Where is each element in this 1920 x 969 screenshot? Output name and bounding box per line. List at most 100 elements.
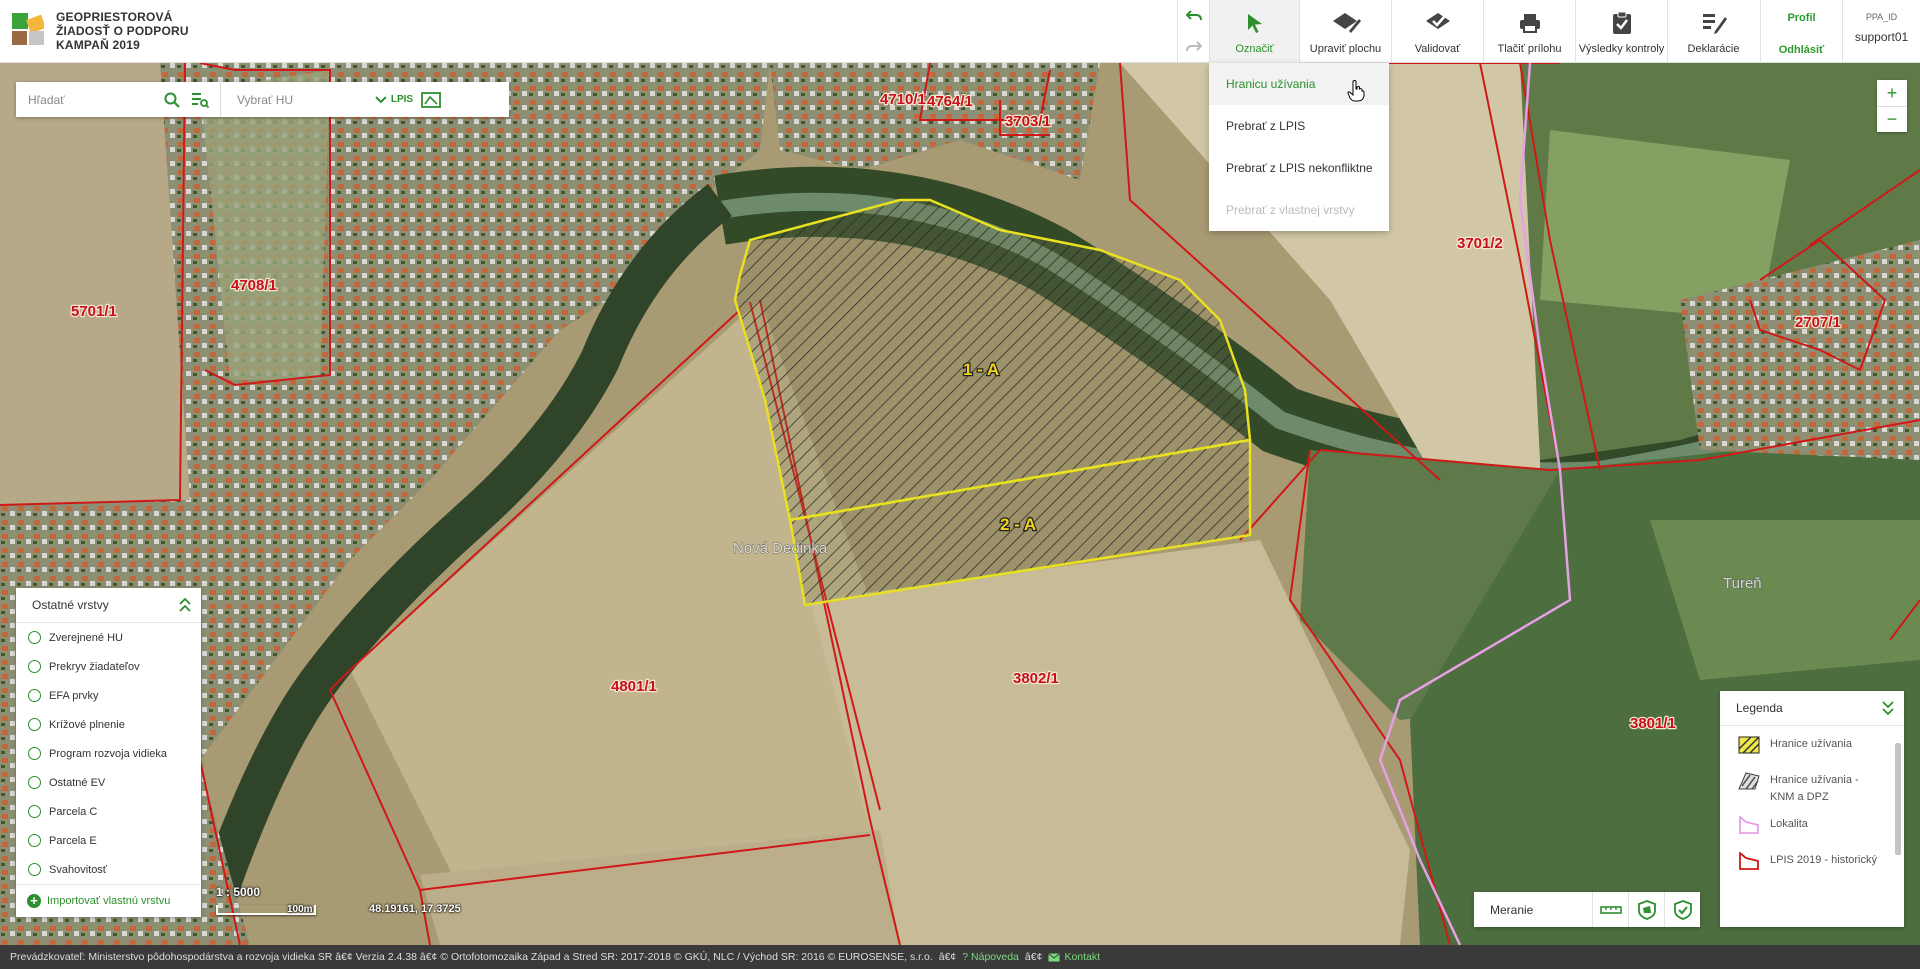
tool-label: Upraviť plochu: [1309, 43, 1382, 55]
layer-toggle-button[interactable]: [417, 82, 445, 117]
clipboard-check-icon: [1612, 11, 1631, 34]
print-attachment-button[interactable]: Tlačiť prílohu: [1483, 0, 1575, 63]
collapse-icon: [1882, 701, 1894, 715]
help-link[interactable]: Nápoveda: [971, 951, 1019, 963]
tool-label: Tlačiť prílohu: [1497, 43, 1562, 55]
measure-area-button[interactable]: [1628, 892, 1664, 927]
legend-item: Hranice užívania: [1720, 726, 1904, 762]
measure-label: Meranie: [1490, 902, 1534, 917]
map-canvas[interactable]: 4710/1 4764/1 3703/1 /1 4708/1 5701/1 37…: [0, 63, 1920, 945]
edit-area-button[interactable]: Upraviť plochu: [1299, 0, 1391, 63]
footer-text: Prevádzkovateľ: Ministerstvo pôdohospodá…: [10, 951, 933, 963]
radio-icon[interactable]: [28, 834, 41, 847]
radio-icon[interactable]: [28, 718, 41, 731]
measure-distance-button[interactable]: [1592, 892, 1628, 927]
import-layer-button[interactable]: + Importovať vlastnú vrstvu: [16, 884, 201, 917]
validate-icon: [1425, 13, 1450, 29]
contact-link[interactable]: Kontakt: [1064, 951, 1100, 963]
brand[interactable]: GEOPRIESTOROVÁ ŽIADOSŤ O PODPORU KAMPAŇ …: [12, 10, 189, 52]
ruler-icon: [1599, 905, 1622, 914]
radio-icon[interactable]: [28, 660, 41, 673]
cursor-coordinates: 48.19161, 17.3725: [369, 903, 461, 915]
pink-outline-icon: [1739, 816, 1759, 834]
search-list-button[interactable]: [186, 82, 214, 117]
search-bar: Vybrať HU LPIS: [16, 82, 509, 117]
search-button[interactable]: [158, 82, 186, 117]
area-check-icon: [1673, 899, 1692, 920]
radio-icon[interactable]: [28, 631, 41, 644]
lpis-toggle-button[interactable]: LPIS: [387, 82, 417, 117]
search-input[interactable]: [28, 92, 158, 107]
layer-label: Parcela C: [49, 805, 98, 818]
select-tool-button[interactable]: Označiť: [1209, 0, 1299, 63]
layer-label: Krížové plnenie: [49, 718, 125, 731]
undo-icon: [1185, 9, 1202, 20]
footer: Prevádzkovateľ: Ministerstvo pôdohospodá…: [0, 945, 1920, 969]
legend-item: LPIS 2019 - historický: [1720, 842, 1904, 878]
layer-item[interactable]: Parcela E: [16, 826, 201, 855]
hu-label: 2 - A: [1000, 515, 1036, 534]
layer-item[interactable]: Zverejnené HU: [16, 623, 201, 652]
legend-title: Legenda: [1736, 701, 1783, 715]
layers-panel-header[interactable]: Ostatné vrstvy: [16, 588, 201, 623]
plus-icon: +: [27, 894, 41, 908]
profile-group: Profil Odhlásiť: [1760, 0, 1842, 63]
layer-label: Zverejnené HU: [49, 631, 123, 644]
layer-label: Program rozvoja vidieka: [49, 747, 167, 760]
zoom-in-button[interactable]: +: [1877, 80, 1907, 106]
hu-select[interactable]: Vybrať HU: [237, 93, 387, 107]
menu-item-take-from-lpis[interactable]: Prebrať z LPIS: [1209, 105, 1389, 147]
parcel-label: 4801/1: [611, 678, 657, 695]
brand-line: ŽIADOSŤ O PODPORU: [56, 24, 189, 38]
undo-redo-group: [1177, 0, 1209, 63]
validate-button[interactable]: Validovať: [1391, 0, 1483, 63]
menu-item-take-from-own-layer: Prebrať z vlastnej vrstvy: [1226, 203, 1355, 217]
layer-item[interactable]: Program rozvoja vidieka: [16, 739, 201, 768]
legend-label: LPIS 2019 - historický: [1770, 854, 1877, 866]
scale-ratio: 1 : 5000: [216, 885, 261, 899]
zoom-out-button[interactable]: −: [1877, 106, 1907, 132]
menu-item-take-from-lpis-nonconflict[interactable]: Prebrať z LPIS nekonfliktne: [1209, 147, 1389, 189]
tool-group: Označiť Upraviť plochu Validovať Tlačiť …: [1209, 0, 1759, 63]
layer-item[interactable]: EFA prvky: [16, 681, 201, 710]
redo-button[interactable]: [1178, 31, 1209, 62]
layer-item[interactable]: Ostatné EV: [16, 768, 201, 797]
collapse-icon: [179, 598, 191, 612]
top-bar: GEOPRIESTOROVÁ ŽIADOSŤ O PODPORU KAMPAŇ …: [0, 0, 1920, 63]
user-info: PPA_ID support01: [1842, 0, 1920, 63]
parcel-label: 3703/1: [1005, 113, 1051, 130]
profile-link[interactable]: Profil: [1787, 12, 1815, 24]
radio-icon[interactable]: [28, 863, 41, 876]
logout-link[interactable]: Odhlásiť: [1779, 44, 1825, 56]
radio-icon[interactable]: [28, 776, 41, 789]
layer-item[interactable]: Parcela C: [16, 797, 201, 826]
brand-title: GEOPRIESTOROVÁ ŽIADOSŤ O PODPORU KAMPAŇ …: [56, 10, 189, 52]
layer-item[interactable]: Svahovitosť: [16, 855, 201, 884]
legend-header[interactable]: Legenda: [1720, 691, 1904, 726]
radio-icon[interactable]: [28, 747, 41, 760]
help-icon: ?: [962, 951, 972, 963]
separator: [220, 82, 221, 117]
area-shield-icon: [1637, 899, 1656, 920]
footer-separator: â€¢: [938, 951, 957, 963]
radio-icon[interactable]: [28, 805, 41, 818]
layer-label: Ostatné EV: [49, 776, 106, 789]
ppa-id-label: PPA_ID: [1865, 12, 1898, 22]
legend-item: Hranice užívania - KNM a DPZ: [1720, 762, 1904, 806]
parcel-label: 4708/1: [231, 277, 277, 294]
radio-icon[interactable]: [28, 689, 41, 702]
declaration-icon: [1702, 14, 1727, 34]
declarations-button[interactable]: Deklarácie: [1667, 0, 1759, 63]
footer-separator: â€¢: [1024, 951, 1043, 963]
brand-line: KAMPAŇ 2019: [56, 38, 141, 52]
undo-button[interactable]: [1178, 0, 1209, 31]
check-results-button[interactable]: Výsledky kontroly: [1575, 0, 1667, 63]
layer-item[interactable]: Krížové plnenie: [16, 710, 201, 739]
map-layer-icon: [421, 91, 441, 108]
layer-item[interactable]: Prekryv žiadateľov: [16, 652, 201, 681]
yellow-hatch-icon: [1738, 736, 1760, 754]
legend-scrollbar[interactable]: [1895, 743, 1901, 855]
list-search-icon: [192, 92, 209, 108]
legend-label: Lokalita: [1770, 818, 1808, 830]
measure-clear-button[interactable]: [1664, 892, 1700, 927]
